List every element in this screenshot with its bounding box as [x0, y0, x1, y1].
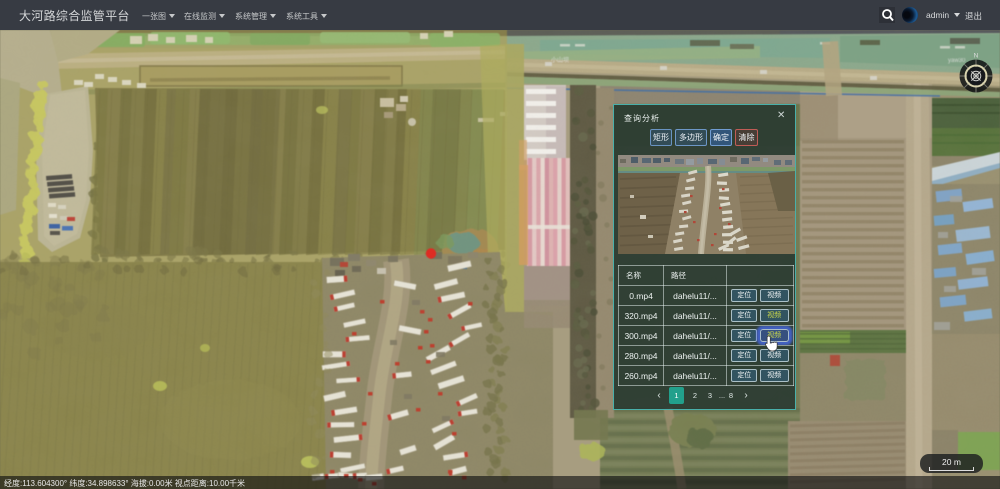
svg-text:N: N — [974, 53, 979, 60]
